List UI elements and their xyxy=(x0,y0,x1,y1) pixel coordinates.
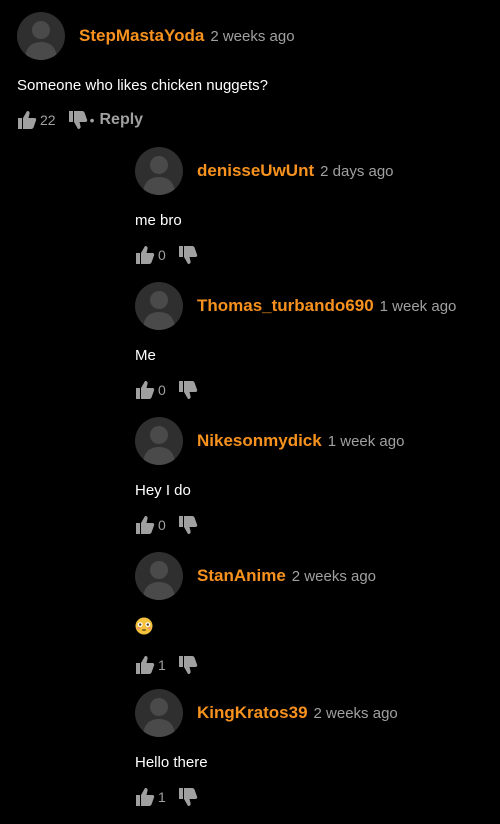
username[interactable]: StepMastaYoda xyxy=(79,26,204,46)
thumbs-down-icon[interactable] xyxy=(68,110,88,130)
timestamp: 1 week ago xyxy=(327,432,405,450)
comment-actions: 22 • Reply xyxy=(17,110,295,130)
thumbs-up-icon[interactable] xyxy=(135,787,155,807)
like-count: 0 xyxy=(158,517,166,533)
flushed-face-emoji xyxy=(135,617,153,635)
avatar-placeholder-icon xyxy=(143,426,175,465)
comment-actions: 1 xyxy=(135,655,376,675)
thumbs-down-icon[interactable] xyxy=(178,245,198,265)
main-comment: StepMastaYoda 2 weeks ago Someone who li… xyxy=(17,12,295,130)
reply-comment: KingKratos39 2 weeks ago Hello there 1 xyxy=(135,689,398,807)
avatar[interactable] xyxy=(135,147,183,195)
thumbs-down-icon[interactable] xyxy=(178,380,198,400)
username[interactable]: KingKratos39 xyxy=(197,703,308,723)
reply-comment: StanAnime 2 weeks ago 1 xyxy=(135,552,376,675)
reply-comment: Nikesonmydick 1 week ago Hey I do 0 xyxy=(135,417,404,535)
like-count: 1 xyxy=(158,789,166,805)
thumbs-up-icon[interactable] xyxy=(135,655,155,675)
avatar-placeholder-icon xyxy=(25,21,57,60)
avatar-placeholder-icon xyxy=(143,698,175,737)
reply-comment: Thomas_turbando690 1 week ago Me 0 xyxy=(135,282,456,400)
thumbs-up-icon[interactable] xyxy=(17,110,37,130)
timestamp: 2 days ago xyxy=(320,162,394,180)
username[interactable]: StanAnime xyxy=(197,566,286,586)
comment-header: Thomas_turbando690 1 week ago xyxy=(135,282,456,330)
comment-header: StepMastaYoda 2 weeks ago xyxy=(17,12,295,60)
comment-header: StanAnime 2 weeks ago xyxy=(135,552,376,600)
comment-actions: 0 xyxy=(135,245,394,265)
reply-button[interactable]: Reply xyxy=(99,111,143,129)
comment-text: me bro xyxy=(135,212,182,229)
comment-actions: 0 xyxy=(135,515,404,535)
thumbs-up-icon[interactable] xyxy=(135,515,155,535)
comment-actions: 1 xyxy=(135,787,398,807)
timestamp: 2 weeks ago xyxy=(210,27,295,45)
thumbs-up-icon[interactable] xyxy=(135,380,155,400)
username[interactable]: Thomas_turbando690 xyxy=(197,296,374,316)
avatar-placeholder-icon xyxy=(143,291,175,330)
comment-header: KingKratos39 2 weeks ago xyxy=(135,689,398,737)
avatar[interactable] xyxy=(135,552,183,600)
comment-text: Hey I do xyxy=(135,482,191,499)
comment-text xyxy=(135,617,376,640)
separator-dot: • xyxy=(89,112,95,128)
like-count: 0 xyxy=(158,382,166,398)
avatar[interactable] xyxy=(135,689,183,737)
comment-text: Someone who likes chicken nuggets? xyxy=(17,77,268,94)
avatar-placeholder-icon xyxy=(143,156,175,195)
comment-text: Me xyxy=(135,347,156,364)
like-count: 22 xyxy=(40,112,56,128)
avatar[interactable] xyxy=(135,417,183,465)
avatar[interactable] xyxy=(17,12,65,60)
like-count: 0 xyxy=(158,247,166,263)
avatar[interactable] xyxy=(135,282,183,330)
timestamp: 1 week ago xyxy=(379,297,457,315)
timestamp: 2 weeks ago xyxy=(313,704,398,722)
comment-actions: 0 xyxy=(135,380,456,400)
comment-text: Hello there xyxy=(135,754,208,771)
username[interactable]: denisseUwUnt xyxy=(197,161,314,181)
reply-comment: denisseUwUnt 2 days ago me bro 0 xyxy=(135,147,394,265)
like-count: 1 xyxy=(158,657,166,673)
thumbs-up-icon[interactable] xyxy=(135,245,155,265)
avatar-placeholder-icon xyxy=(143,561,175,600)
thumbs-down-icon[interactable] xyxy=(178,655,198,675)
comment-header: Nikesonmydick 1 week ago xyxy=(135,417,404,465)
thumbs-down-icon[interactable] xyxy=(178,787,198,807)
comment-header: denisseUwUnt 2 days ago xyxy=(135,147,394,195)
timestamp: 2 weeks ago xyxy=(291,567,377,585)
thumbs-down-icon[interactable] xyxy=(178,515,198,535)
username[interactable]: Nikesonmydick xyxy=(197,431,322,451)
